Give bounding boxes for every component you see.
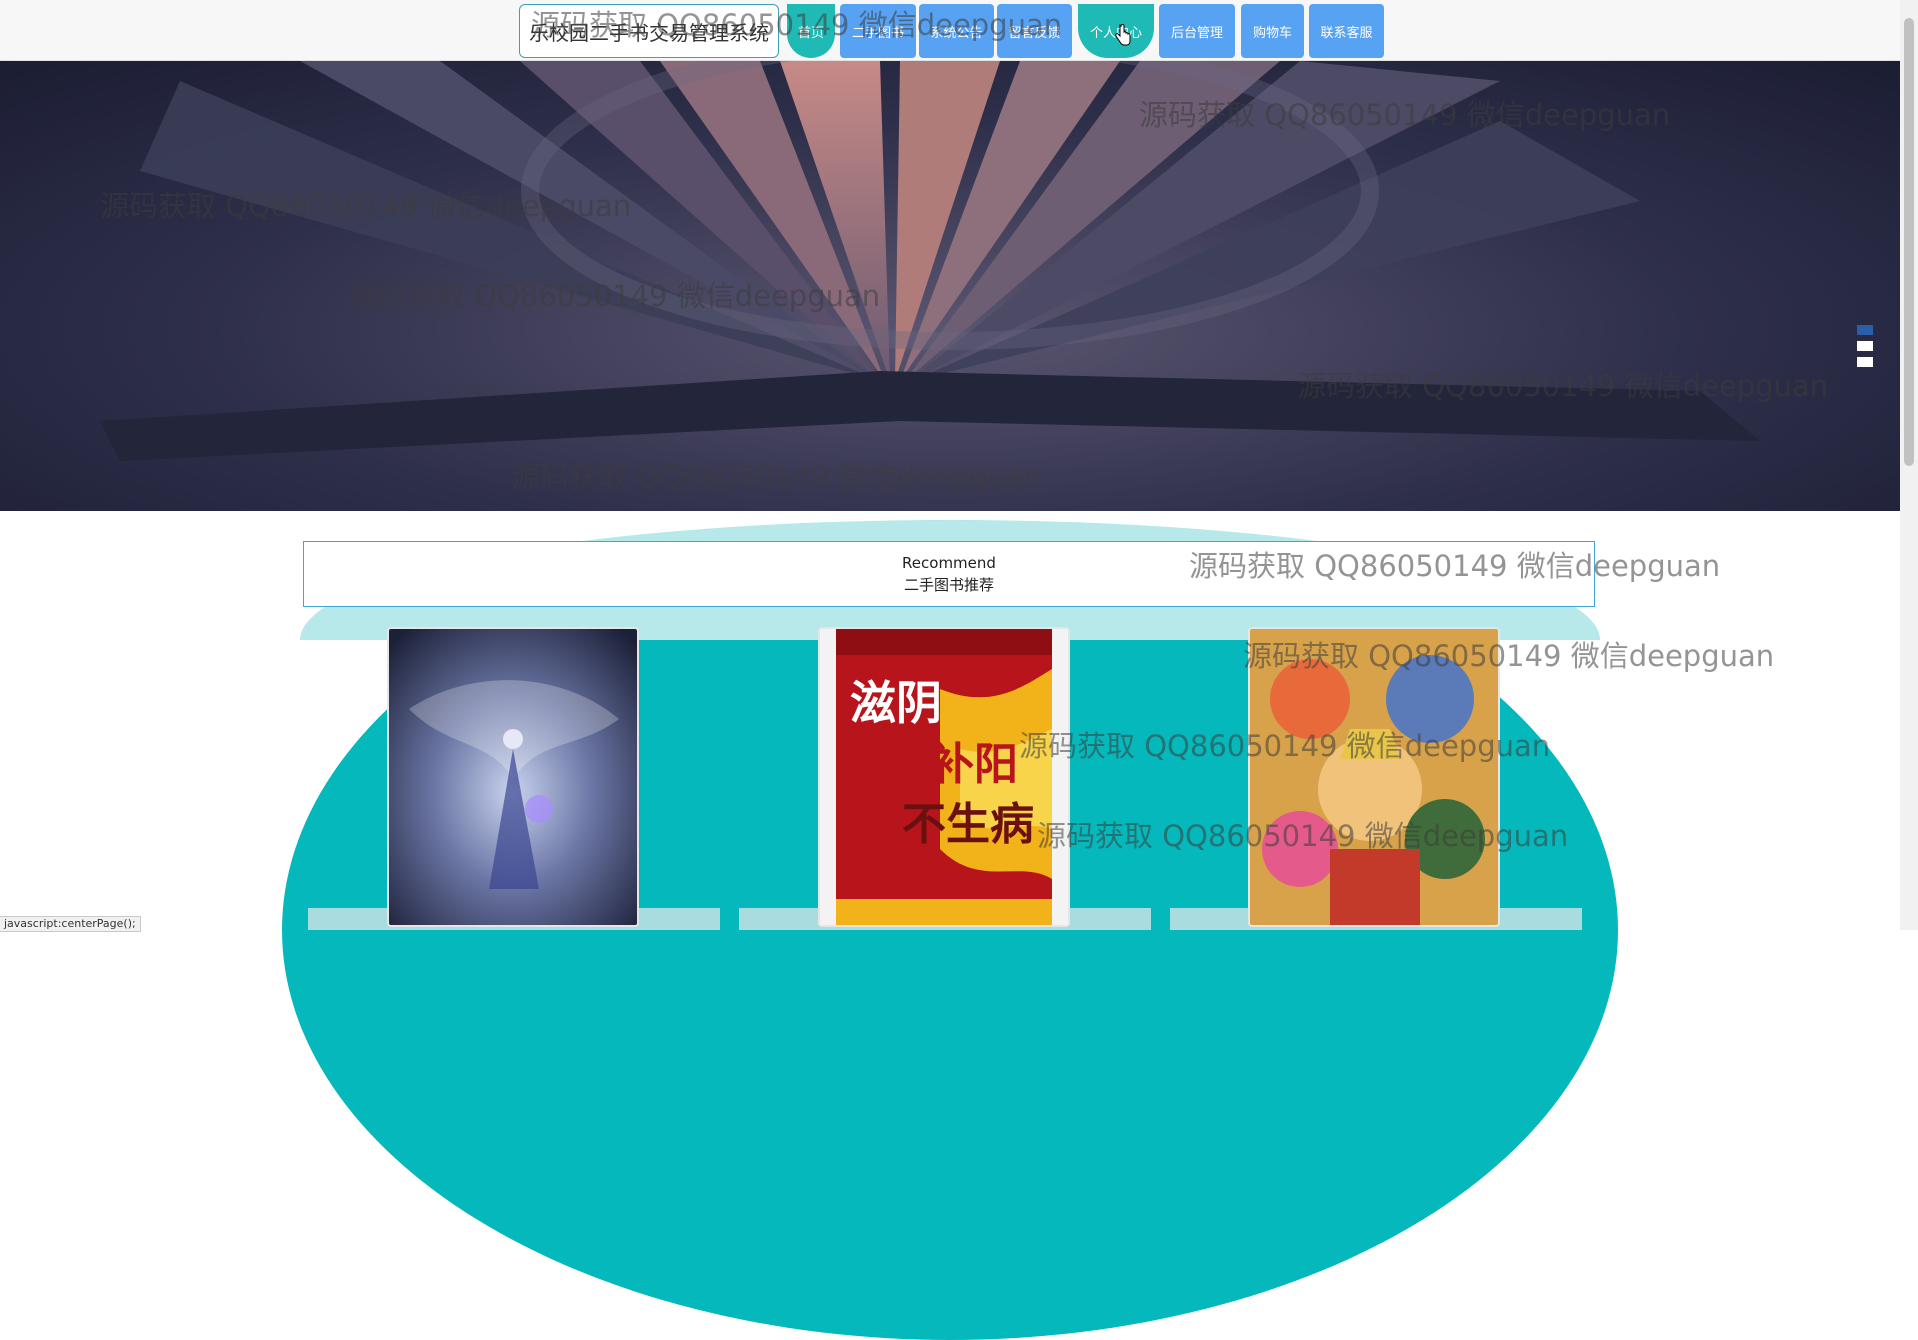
site-title: 乐校园二手书交易管理系统 (519, 4, 779, 58)
nav-customer-service[interactable]: 联系客服 (1309, 4, 1384, 58)
recommend-header: Recommend 二手图书推荐 (303, 541, 1595, 607)
nav-used-books[interactable]: 二手图书 (840, 4, 916, 58)
svg-text:不生病: 不生病 (902, 799, 1034, 850)
recommend-title-en: Recommend (902, 554, 996, 572)
svg-text:补阳: 补阳 (930, 739, 1018, 790)
hand-cursor-icon (1115, 24, 1131, 46)
scrollbar-thumb[interactable] (1904, 18, 1914, 466)
nav-home[interactable]: 首页 (787, 4, 835, 58)
nav-announcements[interactable]: 系统公告 (919, 4, 994, 58)
open-book-image (100, 61, 1760, 461)
nav-admin[interactable]: 后台管理 (1159, 4, 1235, 58)
book-cover-fantasy[interactable] (387, 627, 639, 927)
carousel-dot[interactable] (1857, 357, 1873, 367)
recommend-title-zh: 二手图书推荐 (903, 576, 994, 594)
carousel-dot[interactable] (1857, 325, 1873, 335)
nav-feedback[interactable]: 留言反馈 (997, 4, 1072, 58)
book-cover-comic[interactable] (1248, 627, 1500, 927)
book-cover-health[interactable]: 滋阴 补阳 不生病 (818, 627, 1070, 927)
hero-banner (0, 61, 1900, 511)
nav-cart[interactable]: 购物车 (1241, 4, 1304, 58)
carousel-indicators (1857, 325, 1873, 373)
svg-text:滋阴: 滋阴 (850, 676, 942, 730)
carousel-dot[interactable] (1857, 341, 1873, 351)
